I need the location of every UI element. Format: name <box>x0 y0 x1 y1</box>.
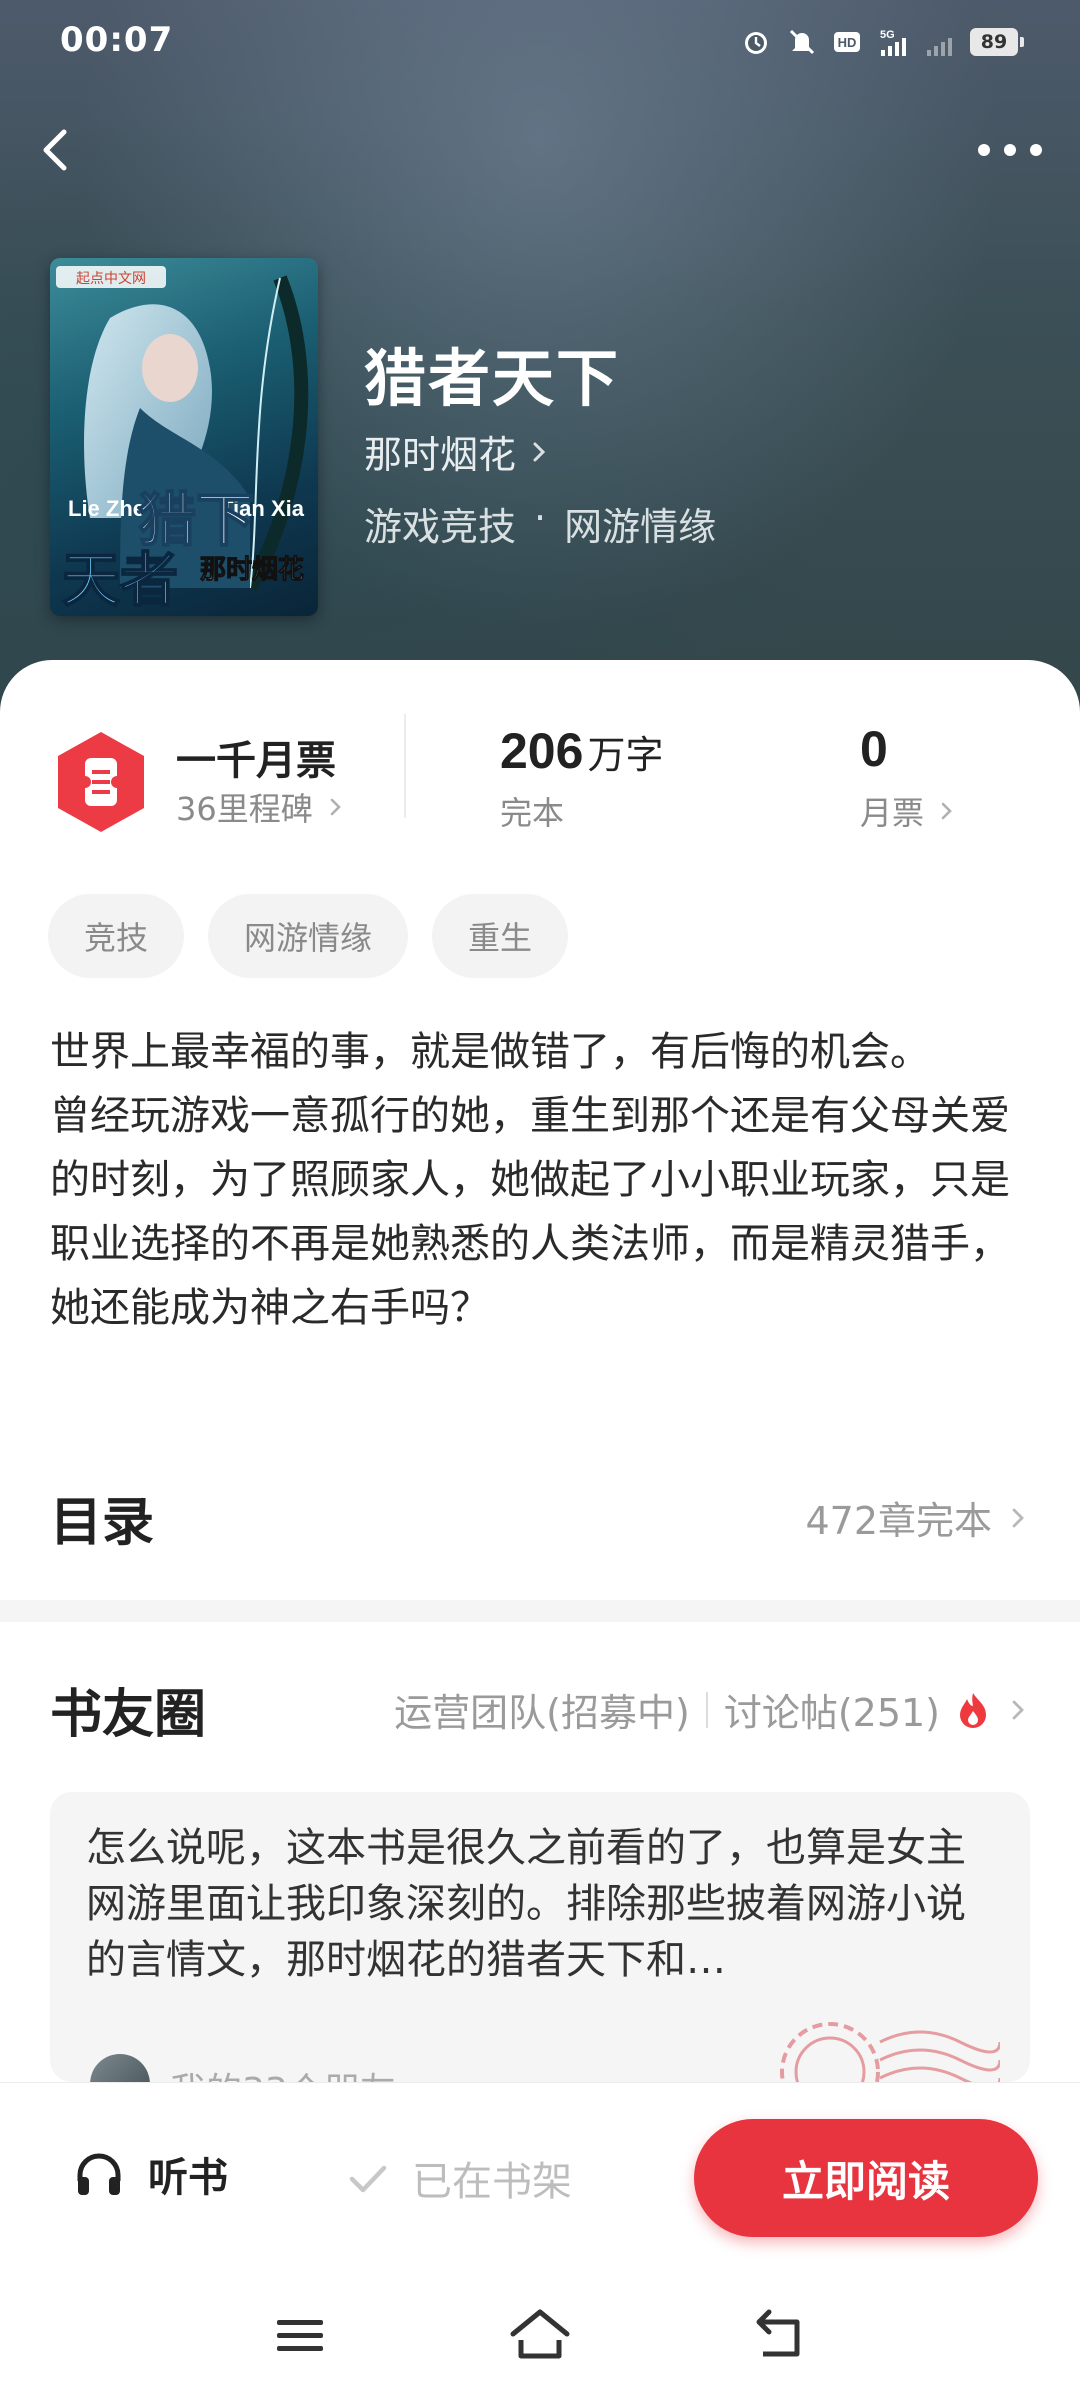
genre-separator: · <box>534 496 547 540</box>
book-cover[interactable]: 起点中文网 Lie Zhe Tian Xia 猎下 天者 那时烟花 <box>50 258 318 616</box>
book-title: 猎者天下 <box>364 342 621 415</box>
monthly-ticket-count: 0 <box>860 721 888 777</box>
author-name: 那时烟花 <box>364 433 517 477</box>
system-navigation-bar <box>0 2272 1080 2400</box>
battery-level: 89 <box>970 28 1018 56</box>
ops-team-link[interactable]: 运营团队(招募中) <box>394 1682 690 1737</box>
toc-info: 472章完本 <box>805 1490 1030 1545</box>
svg-text:起点中文网: 起点中文网 <box>76 271 146 287</box>
chevron-right-icon <box>330 798 341 816</box>
status-bar: 00:07 HD 5G 89 <box>0 0 1080 80</box>
word-count-unit: 万字 <box>587 733 664 777</box>
signal-weak-icon <box>924 26 956 58</box>
status-icons: HD 5G 89 <box>740 22 1024 62</box>
reader-circle-section: 书友圈 运营团队(招募中) 讨论帖(251) 怎么说呢，这本书是很久之前看的了，… <box>0 1622 1080 2082</box>
avatar[interactable] <box>90 2054 150 2082</box>
mute-icon <box>786 26 818 58</box>
menu-icon <box>277 2320 323 2351</box>
home-icon <box>510 2309 570 2359</box>
chevron-right-icon[interactable] <box>1006 1698 1030 1722</box>
menu-nav-button[interactable] <box>265 2300 335 2370</box>
chevron-right-icon <box>1012 1508 1024 1527</box>
monthly-ticket-link[interactable]: 月票 <box>860 788 958 834</box>
genre-row: 游戏竞技 · 网游情缘 <box>364 496 716 551</box>
section-divider <box>0 1600 1080 1622</box>
flame-icon <box>960 1692 986 1728</box>
headphones-icon <box>77 2153 121 2195</box>
chevron-left-icon <box>43 129 67 171</box>
stats-divider <box>404 714 406 818</box>
svg-text:Lie Zhe: Lie Zhe <box>68 496 145 521</box>
tag-chip[interactable]: 重生 <box>432 894 569 978</box>
checkmark-icon <box>349 2165 387 2193</box>
listen-label: 听书 <box>148 2155 228 2201</box>
post-text: 怎么说呢，这本书是很久之前看的了，也算是女主网游里面让我印象深刻的。排除那些披着… <box>86 1825 966 1983</box>
read-now-button[interactable]: 立即阅读 <box>694 2119 1038 2237</box>
milestone-sub: 36里程碑 <box>176 790 313 828</box>
book-header: 00:07 HD 5G 89 起点中文网 Lie Zhe Tian Xia 猎下… <box>0 0 1080 720</box>
toc-title: 目录 <box>50 1493 155 1553</box>
cover-art: 起点中文网 Lie Zhe Tian Xia 猎下 天者 那时烟花 <box>56 266 309 615</box>
circle-meta: 运营团队(招募中) 讨论帖(251) <box>394 1682 1030 1737</box>
tag-chip[interactable]: 竞技 <box>48 894 185 978</box>
status-time: 00:07 <box>60 20 174 60</box>
meta-divider <box>705 1691 708 1728</box>
milestone-title[interactable]: 一千月票 <box>176 728 336 786</box>
svg-text:5G: 5G <box>880 29 895 41</box>
hd-icon: HD <box>832 26 864 58</box>
alarm-icon <box>740 26 772 58</box>
description-line: 世界上最幸福的事，就是做错了，有后悔的机会。 <box>50 1029 930 1075</box>
svg-text:天者: 天者 <box>62 546 178 614</box>
battery-icon: 89 <box>970 28 1024 56</box>
svg-text:HD: HD <box>838 35 857 50</box>
genre-sub: 网游情缘 <box>564 505 717 549</box>
book-detail-card: 一千月票 36里程碑 206 万字 完本 0 月票 竞技 网游情缘 重生 世界上… <box>0 660 1080 1600</box>
more-button[interactable] <box>970 118 1050 182</box>
svg-text:猎下: 猎下 <box>138 486 254 554</box>
post-card[interactable]: 怎么说呢，这本书是很久之前看的了，也算是女主网游里面让我印象深刻的。排除那些披着… <box>50 1792 1030 2082</box>
description-line: 曾经玩游戏一意孤行的她，重生到那个还是有父母关爱的时刻，为了照顾家人，她做起了小… <box>50 1093 1010 1331</box>
signal-5g-icon: 5G <box>878 26 910 58</box>
milestone-link[interactable]: 36里程碑 <box>176 784 347 830</box>
genre-main: 游戏竞技 <box>364 505 517 549</box>
toc-chapter-count: 472章完本 <box>805 1499 992 1543</box>
circle-title: 书友圈 <box>50 1685 207 1745</box>
author-link[interactable]: 那时烟花 <box>364 424 552 479</box>
chevron-right-icon <box>941 802 952 820</box>
table-of-contents-row[interactable]: 目录 472章完本 <box>0 1468 1080 1568</box>
shelf-label: 已在书架 <box>412 2159 572 2205</box>
word-count: 206 万字 <box>500 722 663 780</box>
on-shelf-button[interactable]: 已在书架 <box>346 2149 572 2207</box>
monthly-ticket-label: 月票 <box>860 794 925 832</box>
tag-list: 竞技 网游情缘 重生 <box>48 894 569 978</box>
monthly-ticket-badge-icon[interactable] <box>52 728 150 836</box>
word-count-value: 206 <box>500 723 584 779</box>
back-nav-button[interactable] <box>745 2300 815 2370</box>
post-user: 我的33个朋友 <box>170 2062 396 2082</box>
bottom-action-bar: 听书 已在书架 立即阅读 <box>0 2082 1080 2273</box>
svg-text:那时烟花: 那时烟花 <box>200 555 304 585</box>
book-status: 完本 <box>500 794 565 832</box>
book-description[interactable]: 世界上最幸福的事，就是做错了，有后悔的机会。 曾经玩游戏一意孤行的她，重生到那个… <box>50 1020 1010 1340</box>
home-nav-button[interactable] <box>505 2300 575 2370</box>
discussion-posts-link[interactable]: 讨论帖(251) <box>724 1682 940 1737</box>
back-button[interactable] <box>24 118 88 182</box>
return-icon <box>756 2309 800 2357</box>
listen-button[interactable]: 听书 <box>72 2145 228 2203</box>
more-dots-icon <box>978 144 1042 156</box>
postmark-stamp-icon <box>780 2022 1000 2082</box>
chevron-right-icon <box>533 442 546 461</box>
tag-chip[interactable]: 网游情缘 <box>208 894 409 978</box>
